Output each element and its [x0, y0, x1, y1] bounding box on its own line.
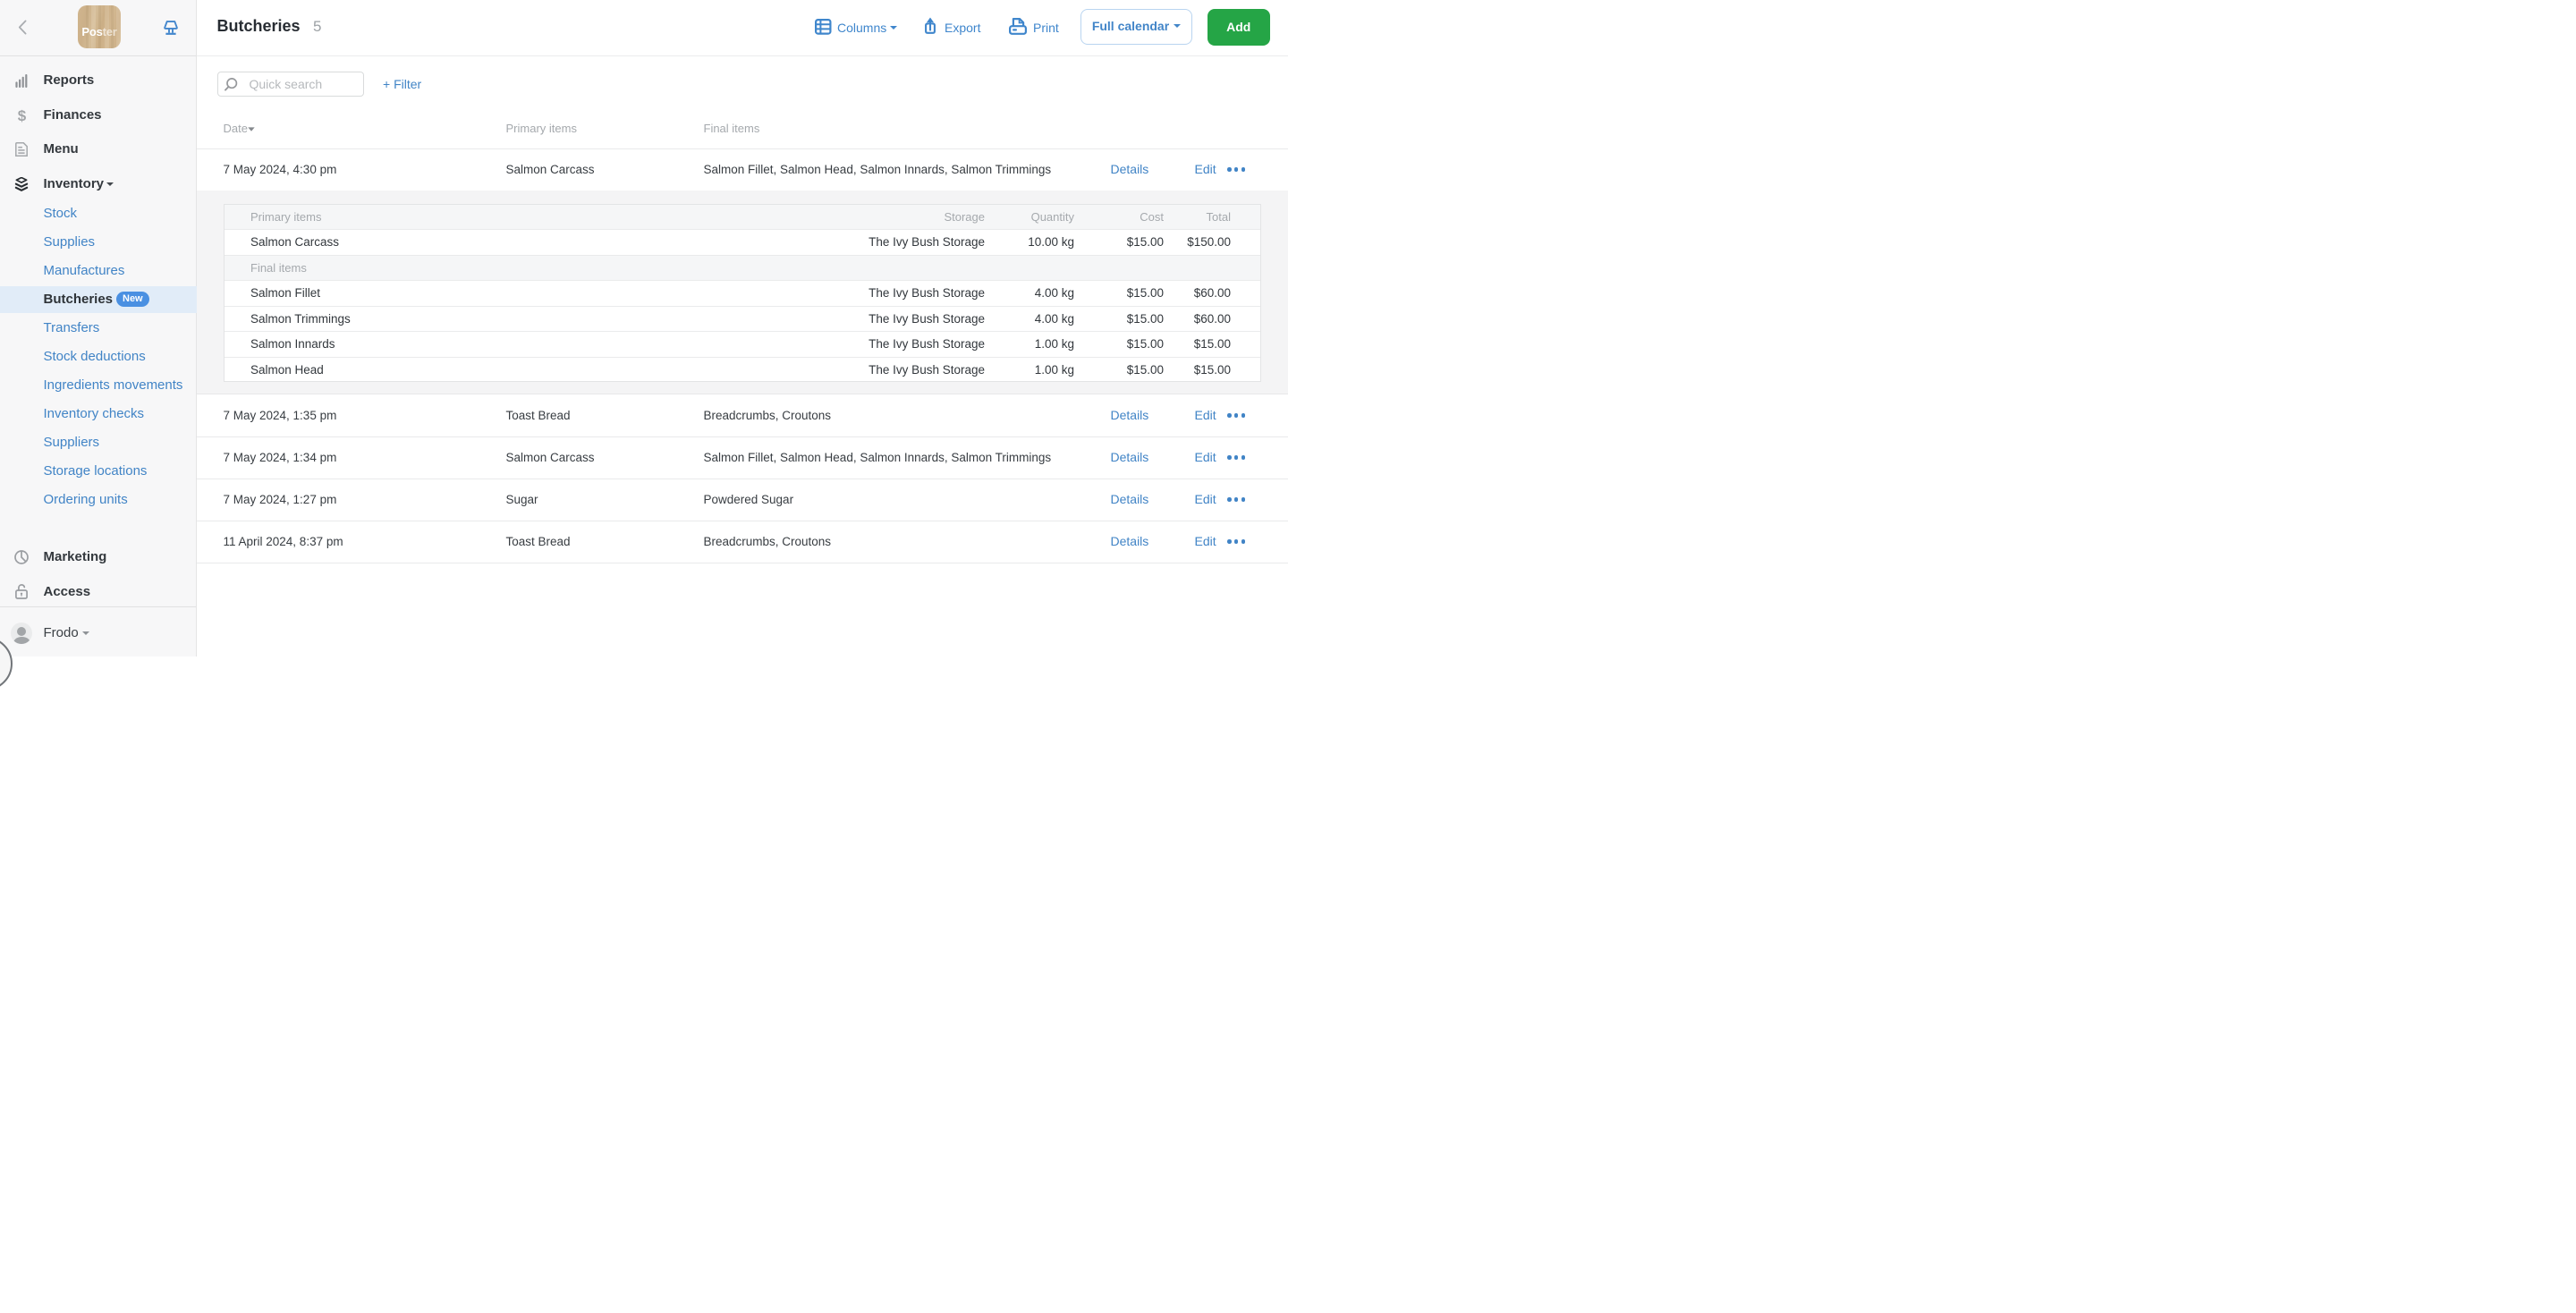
svg-text:$: $ [18, 107, 27, 123]
